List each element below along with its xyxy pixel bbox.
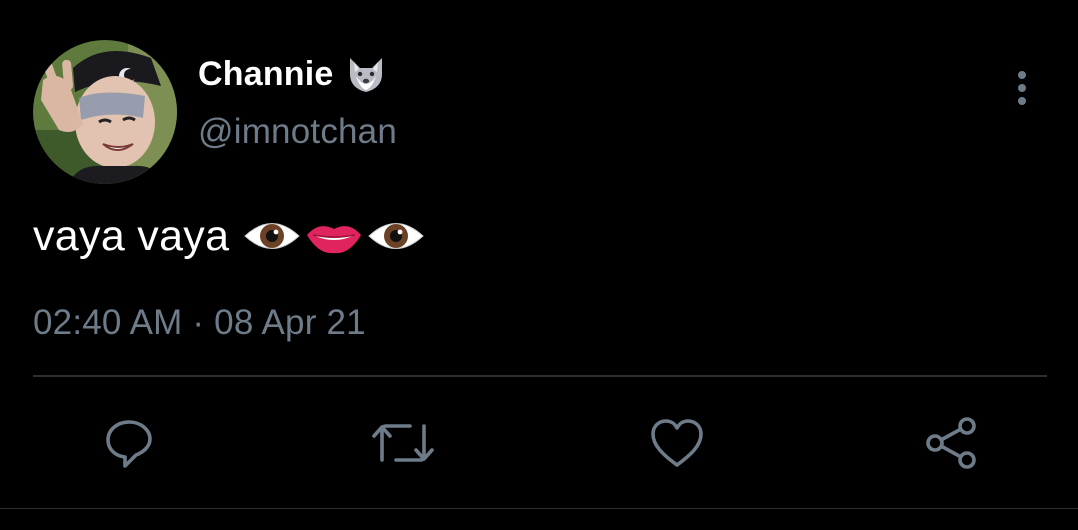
heart-icon [651,419,703,467]
divider [33,375,1047,377]
divider [0,508,1078,509]
user-handle[interactable]: @imnotchan [198,112,397,152]
eye-emoji [368,223,425,249]
tweet-timestamp[interactable]: 02:40 AM · 08 Apr 21 [33,303,366,343]
retweet-button[interactable] [370,410,436,476]
avatar[interactable] [33,40,177,184]
like-button[interactable] [644,410,710,476]
avatar-photo [33,40,177,184]
share-icon [926,417,976,469]
display-name[interactable]: Channie [198,55,334,94]
reply-icon [106,420,152,468]
share-button[interactable] [918,410,984,476]
more-options-button[interactable] [1006,66,1038,110]
tweet-text: vaya vaya [33,211,230,260]
wolf-face-emoji [349,58,382,92]
more-options-icon [1018,71,1026,79]
author-name-row[interactable]: Channie [198,52,388,96]
tweet-action-bar [0,410,1078,476]
reply-button[interactable] [96,410,162,476]
lips-emoji [307,226,362,254]
tweet-emojis [243,215,429,257]
retweet-icon [372,424,434,462]
tweet-body: vaya vaya [33,207,429,265]
eye-emoji [244,223,301,249]
